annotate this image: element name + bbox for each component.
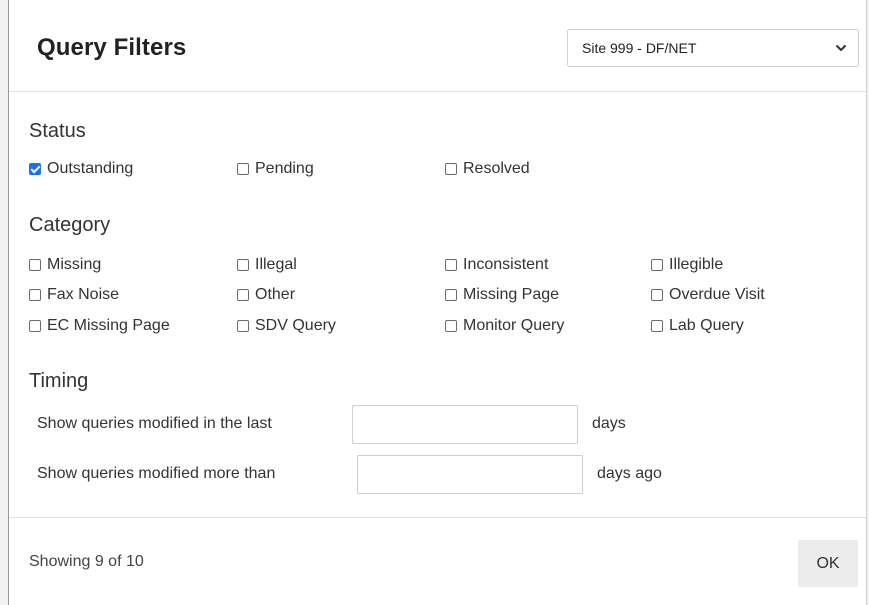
status-resolved-checkbox[interactable]: Resolved	[445, 158, 530, 180]
checkbox-label: Lab Query	[669, 317, 744, 334]
checkbox-label: Overdue Visit	[669, 286, 765, 303]
checkbox-label: Inconsistent	[463, 256, 549, 273]
checkbox-checked-icon	[29, 163, 41, 175]
category-sdv-query-checkbox[interactable]: SDV Query	[237, 315, 336, 337]
chevron-down-icon	[836, 45, 846, 51]
category-heading: Category	[29, 214, 111, 236]
category-ec-missing-page-checkbox[interactable]: EC Missing Page	[29, 315, 170, 337]
checkbox-icon	[237, 259, 249, 271]
checkbox-icon	[237, 320, 249, 332]
site-select[interactable]: Site 999 - DF/NET	[567, 29, 859, 67]
modified-more-label: Show queries modified more than	[37, 465, 276, 482]
checkbox-icon	[29, 320, 41, 332]
checkbox-icon	[445, 259, 457, 271]
modified-last-unit: days	[592, 415, 626, 432]
checkbox-label: Resolved	[463, 160, 530, 177]
category-fax-noise-checkbox[interactable]: Fax Noise	[29, 284, 119, 306]
site-select-value: Site 999 - DF/NET	[582, 40, 697, 56]
modified-more-days-input[interactable]	[357, 455, 583, 494]
modified-more-unit: days ago	[597, 465, 662, 482]
ok-button[interactable]: OK	[798, 540, 858, 587]
timing-heading: Timing	[29, 370, 89, 392]
screen: Query Filters Site 999 - DF/NET Status O…	[0, 0, 869, 605]
checkbox-icon	[651, 289, 663, 301]
checkbox-icon	[237, 163, 249, 175]
status-pending-checkbox[interactable]: Pending	[237, 158, 314, 180]
checkbox-icon	[237, 289, 249, 301]
category-overdue-visit-checkbox[interactable]: Overdue Visit	[651, 284, 765, 306]
category-lab-query-checkbox[interactable]: Lab Query	[651, 315, 744, 337]
category-missing-checkbox[interactable]: Missing	[29, 254, 101, 276]
checkbox-label: Missing Page	[463, 286, 560, 303]
checkbox-label: Monitor Query	[463, 317, 565, 334]
checkbox-label: Outstanding	[47, 160, 134, 177]
category-other-checkbox[interactable]: Other	[237, 284, 295, 306]
status-outstanding-checkbox[interactable]: Outstanding	[29, 158, 133, 180]
showing-count: Showing 9 of 10	[29, 553, 144, 570]
checkbox-icon	[445, 320, 457, 332]
checkbox-label: Other	[255, 286, 296, 303]
checkbox-label: Pending	[255, 160, 314, 177]
checkbox-icon	[29, 289, 41, 301]
checkbox-label: Illegible	[669, 256, 724, 273]
category-inconsistent-checkbox[interactable]: Inconsistent	[445, 254, 548, 276]
checkbox-icon	[445, 289, 457, 301]
checkbox-icon	[29, 259, 41, 271]
checkbox-label: SDV Query	[255, 317, 336, 334]
checkbox-icon	[651, 320, 663, 332]
checkbox-icon	[445, 163, 457, 175]
query-filters-dialog: Query Filters Site 999 - DF/NET Status O…	[8, 0, 867, 605]
modified-last-days-input[interactable]	[352, 405, 578, 444]
checkbox-label: Missing	[47, 256, 102, 273]
dialog-title: Query Filters	[37, 34, 187, 61]
category-illegal-checkbox[interactable]: Illegal	[237, 254, 297, 276]
category-illegible-checkbox[interactable]: Illegible	[651, 254, 723, 276]
checkbox-label: Fax Noise	[47, 286, 120, 303]
checkbox-icon	[651, 259, 663, 271]
category-missing-page-checkbox[interactable]: Missing Page	[445, 284, 559, 306]
status-heading: Status	[29, 120, 86, 142]
checkbox-label: EC Missing Page	[47, 317, 170, 334]
modified-last-label: Show queries modified in the last	[37, 415, 272, 432]
category-monitor-query-checkbox[interactable]: Monitor Query	[445, 315, 564, 337]
checkbox-label: Illegal	[255, 256, 297, 273]
dialog-footer: Showing 9 of 10 OK	[9, 517, 866, 605]
dialog-header: Query Filters Site 999 - DF/NET	[9, 0, 866, 92]
